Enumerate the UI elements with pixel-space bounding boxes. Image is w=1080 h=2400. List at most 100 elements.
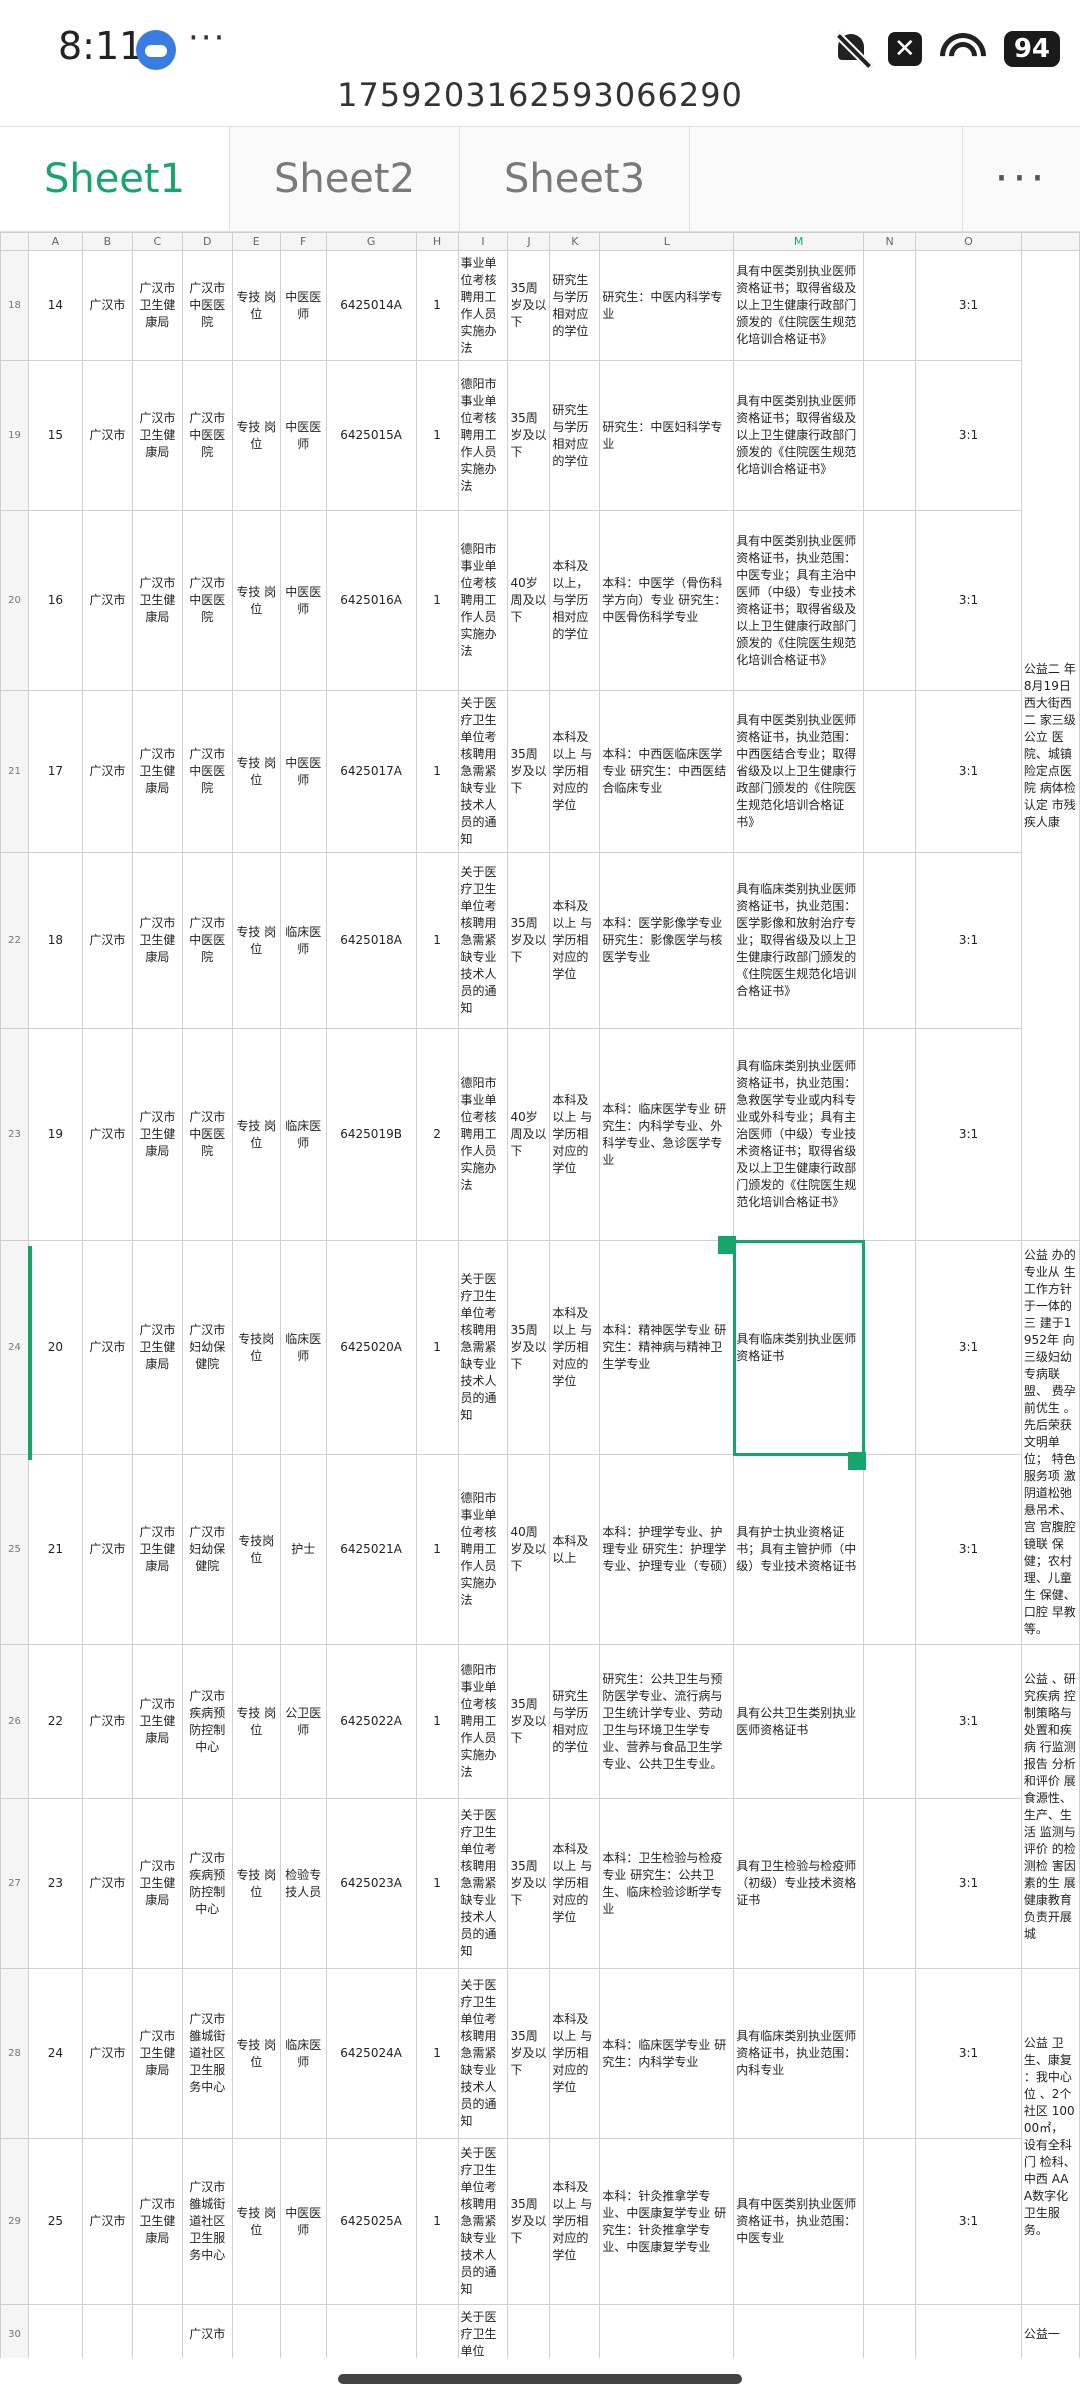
cell-e[interactable]: 专技 岗位 — [231, 1968, 281, 2139]
cell-e[interactable]: 专技 岗位 — [231, 360, 281, 511]
cell-a[interactable]: 20 — [27, 1240, 83, 1455]
column-header[interactable]: O — [915, 232, 1022, 251]
cell-a[interactable]: 14 — [27, 250, 83, 361]
cell-j[interactable]: 35周岁及以下 — [507, 250, 551, 361]
cell-c[interactable]: 广汉市卫生健康局 — [131, 852, 183, 1029]
row-number[interactable]: 20 — [0, 510, 29, 691]
cell-d[interactable]: 广汉市雒城街道社区卫生服务中心 — [181, 1968, 233, 2139]
cell-k[interactable]: 研究生与学历相对应的学位 — [549, 250, 601, 361]
cell-o[interactable] — [915, 2304, 1022, 2358]
cell-e[interactable]: 专技 岗位 — [231, 2138, 281, 2305]
cell-g[interactable]: 6425015A — [325, 360, 417, 511]
cell-k[interactable]: 本科及以上 与学历相对应的学位 — [549, 852, 601, 1029]
column-header[interactable]: K — [549, 232, 601, 251]
cell-h[interactable]: 1 — [415, 250, 459, 361]
cell-i[interactable]: 德阳市事业单位考核聘用工作人员实施办法 — [457, 510, 509, 691]
cell-f[interactable]: 中医医师 — [279, 2138, 327, 2305]
cell-e[interactable]: 专技 岗位 — [231, 690, 281, 853]
cell-b[interactable]: 广汉市 — [81, 1644, 133, 1799]
cell-p-description[interactable]: 公益一 — [1020, 2304, 1080, 2358]
cell-n[interactable] — [863, 1454, 917, 1645]
cell-b[interactable]: 广汉市 — [81, 250, 133, 361]
cell-c[interactable]: 广汉市卫生健康局 — [131, 1644, 183, 1799]
column-header[interactable]: J — [507, 232, 551, 251]
cell-b[interactable]: 广汉市 — [81, 1798, 133, 1969]
cell-d[interactable]: 广汉市中医医院 — [181, 250, 233, 361]
cell-m[interactable]: 具有中医类别执业医师资格证书，执业范围：中西医结合专业；取得省级及以上卫生健康行… — [733, 690, 865, 853]
cell-k[interactable]: 本科及以上 与学历相对应的学位 — [549, 690, 601, 853]
row-number[interactable]: 18 — [0, 250, 29, 361]
cell-m[interactable]: 具有中医类别执业医师资格证书，执业范围：中医专业；具有主治中医师（中级）专业技术… — [733, 510, 865, 691]
cell-f[interactable]: 临床医师 — [279, 1240, 327, 1455]
cell-f[interactable]: 公卫医师 — [279, 1644, 327, 1799]
cell-d[interactable]: 广汉市妇幼保健院 — [181, 1454, 233, 1645]
column-header[interactable]: I — [457, 232, 509, 251]
cell-d[interactable]: 广汉市中医医院 — [181, 1028, 233, 1241]
cell-c[interactable]: 广汉市卫生健康局 — [131, 250, 183, 361]
cell-f[interactable]: 检验专技人员 — [279, 1798, 327, 1969]
cell-d[interactable]: 广汉市中医医院 — [181, 510, 233, 691]
row-number[interactable]: 28 — [0, 1968, 29, 2139]
cell-d[interactable]: 广汉市中医医院 — [181, 360, 233, 511]
cell-l[interactable] — [599, 2304, 735, 2358]
cell-n[interactable] — [863, 2138, 917, 2305]
cell-d[interactable]: 广汉市中医医院 — [181, 690, 233, 853]
cell-m[interactable]: 具有护士执业资格证书；具有主管护师（中级）专业技术资格证书 — [733, 1454, 865, 1645]
cell-f[interactable]: 中医医师 — [279, 250, 327, 361]
cell-l[interactable]: 本科：中医学（骨伤科学方向）专业 研究生：中医骨伤科学专业 — [599, 510, 735, 691]
cell-h[interactable]: 1 — [415, 360, 459, 511]
cell-j[interactable]: 40岁周及以下 — [507, 1028, 551, 1241]
row-number[interactable]: 22 — [0, 852, 29, 1029]
cell-i[interactable]: 关于医疗卫生单位考核聘用急需紧缺专业技术人员的通知 — [457, 2138, 509, 2305]
cell-a[interactable]: 22 — [27, 1644, 83, 1799]
cell-f[interactable] — [279, 2304, 327, 2358]
cell-j[interactable]: 40周岁及以下 — [507, 1454, 551, 1645]
cell-f[interactable]: 中医医师 — [279, 690, 327, 853]
cell-k[interactable] — [549, 2304, 601, 2358]
cell-b[interactable]: 广汉市 — [81, 690, 133, 853]
column-header[interactable]: F — [279, 232, 327, 251]
cell-j[interactable]: 35周岁及以下 — [507, 1798, 551, 1969]
cell-a[interactable]: 17 — [27, 690, 83, 853]
tab-sheet1[interactable]: Sheet1 — [0, 127, 230, 231]
cell-b[interactable]: 广汉市 — [81, 1968, 133, 2139]
cell-l[interactable]: 本科：临床医学专业 研究生：内科学专业 — [599, 1968, 735, 2139]
cell-o[interactable]: 3:1 — [915, 1798, 1022, 1969]
cell-o[interactable]: 3:1 — [915, 2138, 1022, 2305]
cell-k[interactable]: 本科及以上 与学历相对应的学位 — [549, 1240, 601, 1455]
cell-m[interactable]: 具有中医类别执业医师资格证书；取得省级及以上卫生健康行政部门颁发的《住院医生规范… — [733, 360, 865, 511]
cell-g[interactable]: 6425021A — [325, 1454, 417, 1645]
cell-g[interactable]: 6425020A — [325, 1240, 417, 1455]
row-number[interactable]: 26 — [0, 1644, 29, 1799]
cell-l[interactable]: 本科：针灸推拿学专业、中医康复学专业 研究生：针灸推拿学专业、中医康复学专业 — [599, 2138, 735, 2305]
cell-m[interactable] — [733, 2304, 865, 2358]
cell-a[interactable]: 24 — [27, 1968, 83, 2139]
cell-b[interactable]: 广汉市 — [81, 1454, 133, 1645]
cell-d[interactable]: 广汉市雒城街道社区卫生服务中心 — [181, 2138, 233, 2305]
cell-a[interactable]: 15 — [27, 360, 83, 511]
column-header[interactable]: D — [181, 232, 233, 251]
cell-m[interactable]: 具有临床类别执业医师资格证书，执业范围：内科专业 — [733, 1968, 865, 2139]
cell-n[interactable] — [863, 1028, 917, 1241]
cell-e[interactable] — [231, 2304, 281, 2358]
cell-g[interactable]: 6425018A — [325, 852, 417, 1029]
cell-l[interactable]: 本科：精神医学专业 研究生：精神病与精神卫生学专业 — [599, 1240, 735, 1455]
column-header[interactable]: N — [863, 232, 917, 251]
cell-l[interactable]: 本科：卫生检验与检疫专业 研究生：公共卫生、临床检验诊断学专业 — [599, 1798, 735, 1969]
cell-i[interactable]: 关于医疗卫生单位考核聘用急需紧缺专业技术人员的通知 — [457, 1240, 509, 1455]
row-number[interactable]: 25 — [0, 1454, 29, 1645]
row-number[interactable]: 19 — [0, 360, 29, 511]
cell-h[interactable] — [415, 2304, 459, 2358]
cell-p-description[interactable]: 公益 卫生、康复 ：我中心位 、2个社区 10000㎡， 设有全科门 检科、中西… — [1020, 1968, 1080, 2305]
cell-d[interactable]: 广汉市妇幼保健院 — [181, 1240, 233, 1455]
cell-f[interactable]: 临床医师 — [279, 1968, 327, 2139]
cell-o[interactable]: 3:1 — [915, 1240, 1022, 1455]
cell-h[interactable]: 1 — [415, 2138, 459, 2305]
cell-l[interactable]: 研究生：中医妇科学专业 — [599, 360, 735, 511]
cell-m[interactable]: 具有临床类别执业医师资格证书 — [732, 1239, 865, 1456]
cell-f[interactable]: 护士 — [279, 1454, 327, 1645]
cell-n[interactable] — [863, 510, 917, 691]
row-number[interactable]: 23 — [0, 1028, 29, 1241]
cell-b[interactable]: 广汉市 — [81, 2138, 133, 2305]
cell-g[interactable]: 6425016A — [325, 510, 417, 691]
